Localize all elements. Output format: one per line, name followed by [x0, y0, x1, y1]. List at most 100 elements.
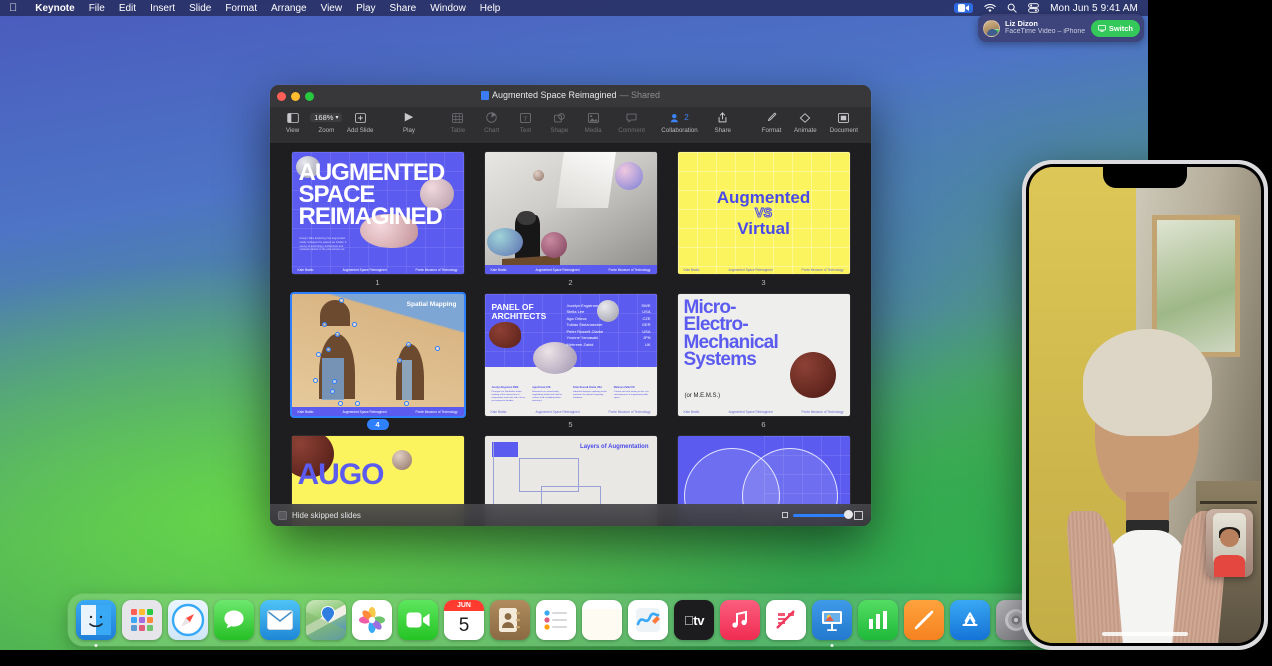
footer-right: Ponte Museum of Technology	[609, 410, 651, 414]
toolbar-chart-button[interactable]: Chart	[475, 110, 509, 134]
dock-item-pages[interactable]	[904, 600, 944, 640]
dock-item-keynote[interactable]	[812, 600, 852, 640]
dock-item-facetime[interactable]	[398, 600, 438, 640]
menu-item-arrange[interactable]: Arrange	[264, 3, 314, 14]
window-title-bar[interactable]: Augmented Space Reimagined — Shared	[270, 85, 871, 107]
menu-item-format[interactable]: Format	[218, 3, 264, 14]
toolbar-format-label: Format	[762, 127, 782, 134]
slider-knob[interactable]	[844, 510, 853, 519]
dock-item-safari[interactable]	[168, 600, 208, 640]
iphone-device[interactable]	[1022, 160, 1268, 650]
wifi-icon[interactable]	[984, 4, 996, 13]
control-center-icon[interactable]	[1028, 3, 1039, 13]
dock-item-reminders[interactable]	[536, 600, 576, 640]
slide-thumbnail-5[interactable]: PANEL OF ARCHITECTS Jocelyn EngstromSWE …	[485, 294, 657, 430]
search-icon[interactable]	[1007, 3, 1017, 13]
menu-item-view[interactable]: View	[314, 3, 350, 14]
dock-item-finder[interactable]	[76, 600, 116, 640]
slider-track[interactable]	[793, 514, 849, 517]
slide-title: AUGMENTED SPACE REIMAGINED	[299, 162, 458, 228]
menu-item-slide[interactable]: Slide	[182, 3, 218, 14]
slide-number: 2	[485, 277, 657, 288]
dock-item-photos[interactable]	[352, 600, 392, 640]
document-icon	[838, 110, 849, 125]
menu-bar-clock[interactable]: Mon Jun 5 9:41 AM	[1050, 3, 1138, 14]
facetime-call-notification[interactable]: Liz Dizon FaceTime Video – iPhone › Swit…	[978, 14, 1144, 42]
zoom-popup-icon: 168%▾	[310, 110, 342, 125]
menu-item-play[interactable]: Play	[349, 3, 382, 14]
slide-navigator[interactable]: AUGMENTED SPACE REIMAGINED Design Talks …	[270, 144, 871, 526]
menu-item-help[interactable]: Help	[473, 3, 508, 14]
dock-item-launchpad[interactable]	[122, 600, 162, 640]
dock-item-apple-tv[interactable]: tv	[674, 600, 714, 640]
slide-artwork: Spatial Mapping Kate Bratto Augmented Sp…	[292, 294, 464, 416]
toolbar-view-button[interactable]: View	[276, 110, 310, 134]
toolbar-text-button[interactable]: T Text	[509, 110, 543, 134]
video-camera-icon[interactable]	[954, 3, 973, 13]
dock-item-notes[interactable]	[582, 600, 622, 640]
toolbar-add-slide-label: Add Slide	[347, 127, 374, 134]
toolbar-play-button[interactable]: ▶ Play	[392, 110, 426, 134]
slide-title: AUGO	[298, 458, 384, 492]
dock-item-freeform[interactable]	[628, 600, 668, 640]
checkbox-icon[interactable]	[278, 511, 287, 520]
footer-left: Kate Bratto	[684, 410, 700, 414]
menu-item-window[interactable]: Window	[423, 3, 473, 14]
self-view-pip[interactable]	[1206, 509, 1253, 577]
slide-artwork: Kate Bratto Augmented Space Reimagined P…	[485, 152, 657, 274]
footer-center: Augmented Space Reimagined	[342, 268, 386, 272]
dock-item-music[interactable]	[720, 600, 760, 640]
footer-center: Augmented Space Reimagined	[535, 410, 579, 414]
dock-item-contacts[interactable]	[490, 600, 530, 640]
menu-item-keynote[interactable]: Keynote	[28, 3, 81, 14]
notification-text: Liz Dizon FaceTime Video – iPhone ›	[1005, 20, 1086, 37]
iphone-notch	[1103, 167, 1187, 188]
slide-thumbnail-4[interactable]: Spatial Mapping Kate Bratto Augmented Sp…	[292, 294, 464, 430]
slide-artwork: Micro- Electro- Mechanical Systems (or M…	[678, 294, 850, 416]
slide-footer: Kate Bratto Augmented Space Reimagined P…	[678, 407, 850, 416]
hide-skipped-slides-checkbox[interactable]: Hide skipped slides	[278, 511, 361, 520]
slide-body-text: Design Talks Exploring how augmented rea…	[300, 237, 348, 252]
menu-item-edit[interactable]: Edit	[112, 3, 143, 14]
toolbar-share-button[interactable]: Share	[706, 110, 740, 134]
slide-thumbnail-6[interactable]: Micro- Electro- Mechanical Systems (or M…	[678, 294, 850, 430]
switch-button[interactable]: Switch	[1091, 20, 1140, 37]
toolbar-table-button[interactable]: Table	[441, 110, 475, 134]
keynote-window[interactable]: Augmented Space Reimagined — Shared View…	[270, 85, 871, 526]
slide-thumbnail-3[interactable]: Augmented VS Virtual Kate Bratto Augment…	[678, 152, 850, 288]
slide-thumbnail-1[interactable]: AUGMENTED SPACE REIMAGINED Design Talks …	[292, 152, 464, 288]
chart-icon	[486, 110, 497, 125]
footer-center: Augmented Space Reimagined	[728, 410, 772, 414]
dock-item-messages[interactable]	[214, 600, 254, 640]
slide-thumbnail-2[interactable]: Kate Bratto Augmented Space Reimagined P…	[485, 152, 657, 288]
thumbnail-size-slider[interactable]	[782, 511, 863, 520]
dock-item-mail[interactable]	[260, 600, 300, 640]
toolbar-format-button[interactable]: Format	[755, 110, 789, 134]
dock-item-numbers[interactable]	[858, 600, 898, 640]
toolbar-collaboration-button[interactable]: 2 Collaboration	[653, 110, 706, 134]
facetime-video-screen[interactable]	[1029, 167, 1261, 643]
apple-menu-icon[interactable]: 	[9, 3, 17, 14]
toolbar-media-button[interactable]: Media	[576, 110, 610, 134]
dock-item-calendar[interactable]: JUN 5	[444, 600, 484, 640]
toolbar-comment-button[interactable]: Comment	[610, 110, 653, 134]
toolbar-shape-button[interactable]: Shape	[542, 110, 576, 134]
toolbar-zoom-control[interactable]: 168%▾ Zoom	[309, 110, 343, 134]
dock-item-news[interactable]	[766, 600, 806, 640]
toolbar-animate-button[interactable]: Animate	[788, 110, 822, 134]
menu-item-share[interactable]: Share	[383, 3, 424, 14]
toolbar-document-label: Document	[830, 127, 858, 134]
footer-center: Augmented Space Reimagined	[535, 268, 579, 272]
dock-item-app-store[interactable]	[950, 600, 990, 640]
small-thumbnail-icon[interactable]	[782, 512, 788, 518]
toolbar-add-slide-button[interactable]: Add Slide	[343, 110, 377, 134]
toolbar-document-button[interactable]: Document	[822, 110, 865, 134]
home-indicator	[1102, 632, 1188, 636]
menu-item-file[interactable]: File	[82, 3, 112, 14]
menu-item-insert[interactable]: Insert	[143, 3, 182, 14]
large-thumbnail-icon[interactable]	[854, 511, 863, 520]
title-line-2: Virtual	[737, 220, 790, 237]
collaboration-count: 2	[684, 114, 688, 122]
format-brush-icon	[766, 110, 777, 125]
dock-item-maps[interactable]	[306, 600, 346, 640]
